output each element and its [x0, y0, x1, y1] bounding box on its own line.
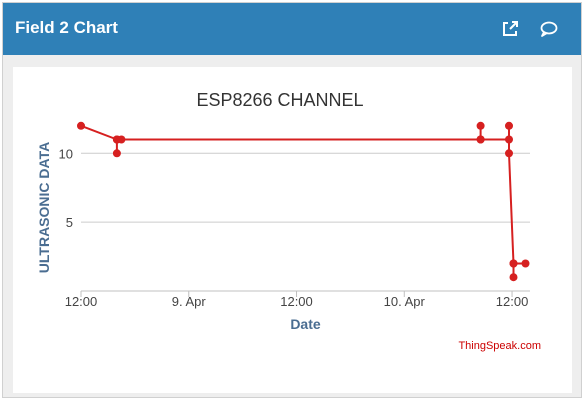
data-point[interactable] — [505, 135, 513, 144]
chart-title: ESP8266 CHANNEL — [196, 90, 363, 110]
data-point[interactable] — [505, 149, 513, 158]
chart-widget: Field 2 Chart ESP8266 CHANNEL 5 10 12:00 9. … — [2, 2, 582, 398]
data-point[interactable] — [521, 259, 530, 268]
data-point[interactable] — [509, 259, 518, 268]
y-tick-label: 10 — [59, 146, 73, 161]
comment-icon[interactable] — [538, 18, 560, 40]
data-point[interactable] — [476, 135, 485, 144]
y-axis-title: ULTRASONIC DATA — [36, 142, 52, 273]
external-link-icon[interactable] — [499, 18, 521, 40]
y-tick-label: 5 — [66, 215, 73, 230]
data-point[interactable] — [117, 135, 126, 144]
x-tick-label: 10. Apr — [384, 294, 426, 309]
data-point[interactable] — [112, 149, 121, 158]
data-point[interactable] — [476, 121, 485, 130]
series-line — [80, 124, 526, 279]
chart-panel: ESP8266 CHANNEL 5 10 12:00 9. Apr 12:00 10. Ap… — [13, 67, 572, 393]
x-tick-label: 12:00 — [496, 294, 529, 309]
data-point[interactable] — [505, 121, 513, 130]
widget-header: Field 2 Chart — [3, 3, 581, 55]
data-point[interactable] — [77, 121, 85, 130]
widget-title: Field 2 Chart — [15, 18, 118, 37]
thingspeak-credit-link[interactable]: ThingSpeak.com — [458, 340, 541, 352]
x-axis-title: Date — [290, 316, 321, 332]
x-tick-label: 9. Apr — [172, 294, 207, 309]
x-tick-label: 12:00 — [65, 294, 98, 309]
data-point[interactable] — [509, 273, 518, 282]
x-tick-label: 12:00 — [280, 294, 313, 309]
